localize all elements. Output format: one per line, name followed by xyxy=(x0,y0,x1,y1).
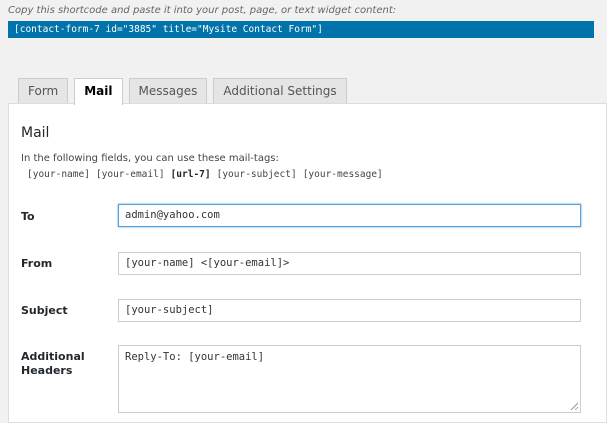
subject-field[interactable]: [your-subject] xyxy=(118,299,581,322)
mail-panel: Mail In the following fields, you can us… xyxy=(8,103,607,423)
mail-tags-list: [your-name] [your-email] [url-7] [your-s… xyxy=(27,169,383,180)
mail-tag: [your-subject] xyxy=(216,169,297,180)
resize-grip-icon[interactable] xyxy=(571,403,578,410)
to-label: To xyxy=(21,210,35,223)
shortcode-hint: Copy this shortcode and paste it into yo… xyxy=(8,5,397,16)
mail-tags-description: In the following fields, you can use the… xyxy=(21,153,279,164)
from-label: From xyxy=(21,257,53,270)
to-field[interactable]: admin@yahoo.com xyxy=(118,204,581,227)
mail-tag: [your-name] xyxy=(27,169,90,180)
mail-tag: [url-7] xyxy=(170,169,211,180)
from-field[interactable]: [your-name] <[your-email]> xyxy=(118,252,581,275)
tab-form[interactable]: Form xyxy=(18,78,69,103)
additional-headers-label: Additional Headers xyxy=(21,350,85,377)
additional-headers-textarea[interactable]: Reply-To: [your-email] xyxy=(118,345,581,413)
mail-tag: [your-email] xyxy=(95,169,165,180)
tab-mail[interactable]: Mail xyxy=(74,78,123,105)
subject-label: Subject xyxy=(21,304,68,317)
additional-headers-value: Reply-To: [your-email] xyxy=(125,351,265,363)
tab-bar: Form Mail Messages Additional Settings xyxy=(18,78,347,105)
panel-title: Mail xyxy=(21,125,50,141)
tab-messages[interactable]: Messages xyxy=(128,78,208,103)
shortcode-box[interactable]: [contact-form-7 id="3885" title="Mysite … xyxy=(8,21,594,38)
mail-tag: [your-message] xyxy=(302,169,383,180)
tab-additional-settings[interactable]: Additional Settings xyxy=(213,78,347,103)
